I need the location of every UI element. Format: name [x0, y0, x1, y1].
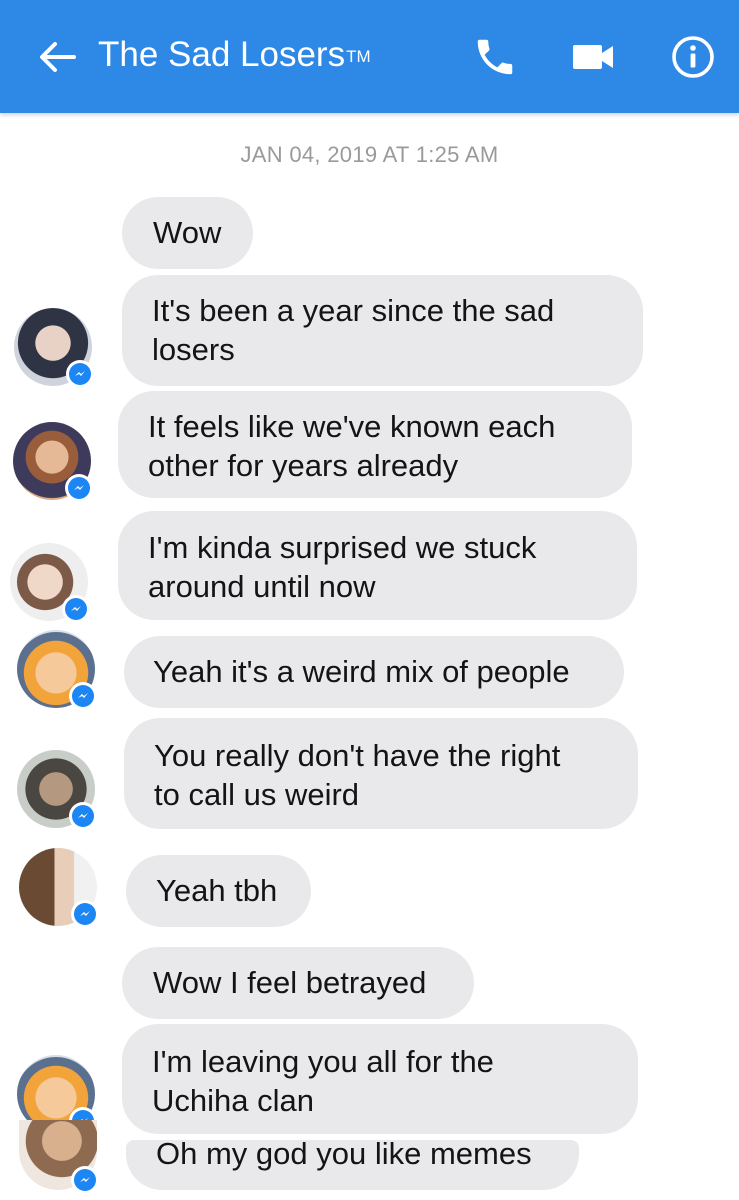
conversation-title: The Sad LosersTM — [98, 31, 371, 79]
message-bubble[interactable]: I'm kinda surprised we stuck around unti… — [118, 511, 637, 620]
messenger-badge-icon — [71, 900, 99, 928]
avatar[interactable] — [17, 630, 97, 710]
info-icon[interactable] — [670, 34, 716, 80]
messenger-badge-icon — [69, 682, 97, 710]
messenger-badge-icon — [65, 474, 93, 502]
messenger-badge-icon — [71, 1166, 99, 1194]
message-text: Yeah it's a weird mix of people — [153, 654, 570, 689]
message-text: Wow I feel betrayed — [153, 965, 427, 1000]
message-text: You really don't have the right to call … — [154, 738, 561, 812]
message-bubble[interactable]: Yeah it's a weird mix of people — [124, 636, 624, 708]
message-bubble[interactable]: Wow I feel betrayed — [122, 947, 474, 1019]
message-bubble[interactable]: It's been a year since the sad losers — [122, 275, 643, 386]
app-bar: The Sad LosersTM — [0, 0, 739, 113]
avatar[interactable] — [10, 543, 90, 623]
message-text: Wow — [153, 215, 222, 250]
trademark-mark: TM — [346, 47, 371, 66]
messenger-badge-icon — [69, 802, 97, 830]
message-text: Oh my god you like memes — [156, 1140, 532, 1171]
avatar[interactable] — [19, 1120, 99, 1194]
message-bubble[interactable]: Oh my god you like memes — [126, 1140, 579, 1190]
avatar[interactable] — [14, 308, 94, 388]
messenger-badge-icon — [66, 360, 94, 388]
message-bubble[interactable]: It feels like we've known each other for… — [118, 391, 632, 498]
message-bubble[interactable]: You really don't have the right to call … — [124, 718, 638, 829]
message-text: Yeah tbh — [156, 873, 278, 908]
avatar[interactable] — [13, 422, 93, 502]
message-text: I'm leaving you all for the Uchiha clan — [152, 1044, 494, 1118]
phone-icon[interactable] — [472, 34, 518, 80]
video-camera-icon[interactable] — [570, 40, 616, 74]
message-text: I'm kinda surprised we stuck around unti… — [148, 530, 537, 604]
message-bubble[interactable]: Wow — [122, 197, 253, 269]
avatar[interactable] — [17, 750, 97, 830]
conversation-title-text: The Sad Losers — [98, 35, 346, 74]
message-text: It feels like we've known each other for… — [148, 409, 556, 483]
message-bubble[interactable]: Yeah tbh — [126, 855, 311, 927]
arrow-left-icon[interactable] — [36, 36, 78, 78]
timestamp: JAN 04, 2019 AT 1:25 AM — [240, 142, 499, 167]
messenger-badge-icon — [62, 595, 90, 623]
message-text: It's been a year since the sad losers — [152, 293, 555, 367]
avatar[interactable] — [19, 848, 99, 928]
message-bubble[interactable]: I'm leaving you all for the Uchiha clan — [122, 1024, 638, 1134]
